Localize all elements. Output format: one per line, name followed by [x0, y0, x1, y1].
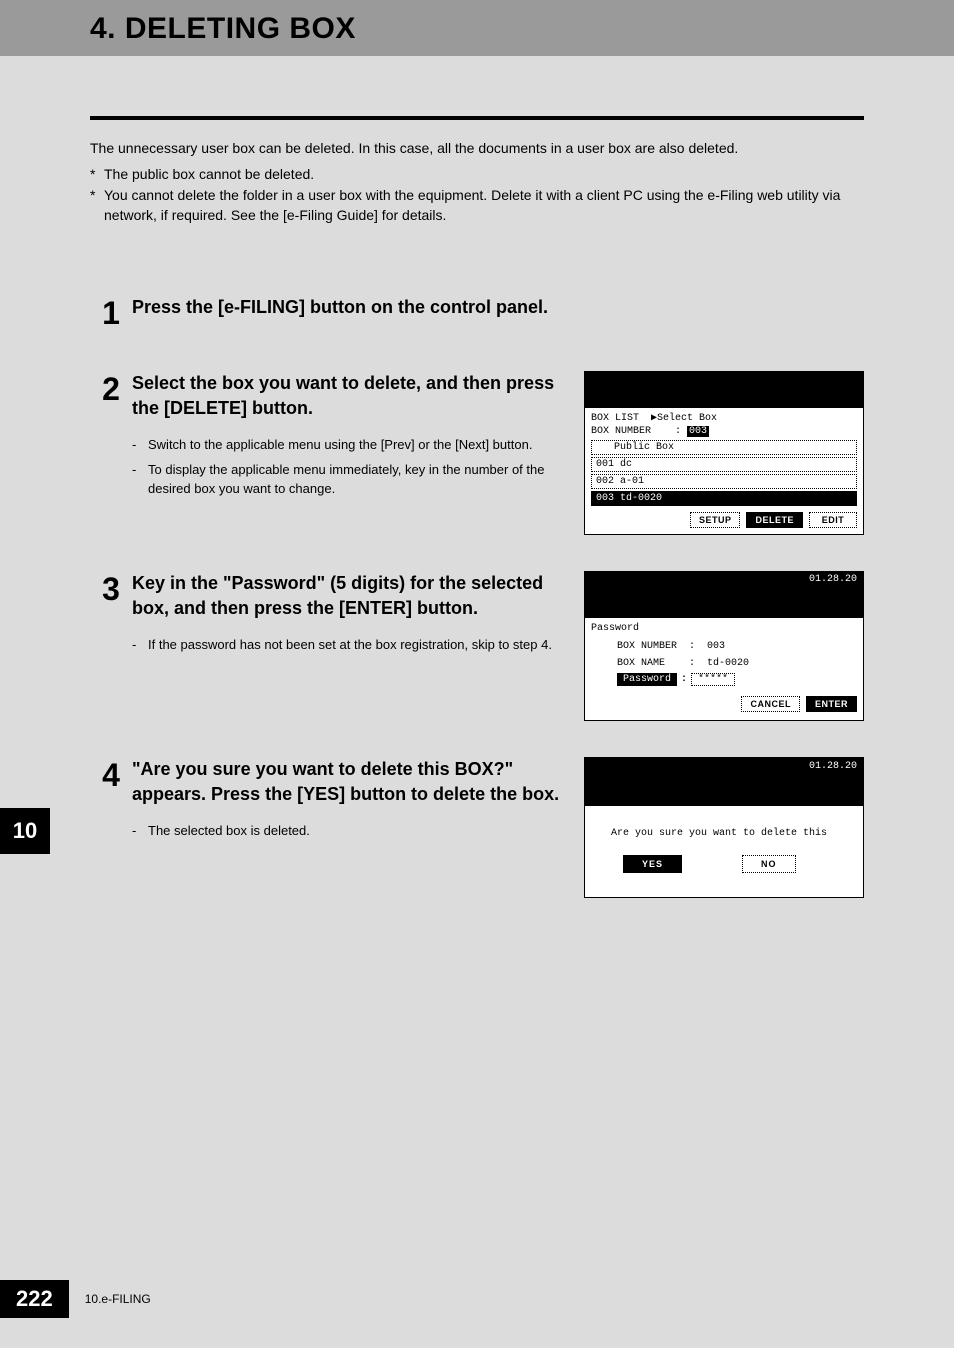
step: 4 "Are you sure you want to delete this …: [90, 757, 864, 898]
page-number: 222: [0, 1280, 69, 1318]
step-bullets: -Switch to the applicable menu using the…: [132, 436, 566, 499]
step-body: Press the [e-FILING] button on the contr…: [132, 295, 592, 335]
cancel-button[interactable]: CANCEL: [741, 696, 800, 712]
step-body: Select the box you want to delete, and t…: [132, 371, 584, 535]
steps: 1 Press the [e-FILING] button on the con…: [90, 295, 864, 898]
intro-main: The unnecessary user box can be deleted.…: [90, 138, 864, 158]
lcd-time: 01.28.20: [809, 574, 857, 585]
lcd-screen-box-list: BOX LIST ▶Select Box BOX NUMBER : 003 Pu…: [584, 371, 864, 535]
step-figure: 01.28.20 Password BOX NUMBER : 003 BOX N…: [584, 571, 864, 721]
lcd-confirm-text: Are you sure you want to delete this: [611, 828, 855, 839]
lcd-subheader: [585, 592, 863, 618]
step-number: 4: [90, 757, 132, 898]
edit-button[interactable]: EDIT: [809, 512, 857, 528]
intro-note-text: The public box cannot be deleted.: [104, 164, 314, 184]
lcd-box-number-label: BOX NUMBER :: [591, 426, 681, 437]
page-footer: 222 10.e-FILING: [0, 1280, 151, 1318]
step-bullet: Switch to the applicable menu using the …: [148, 436, 532, 455]
step-title: Press the [e-FILING] button on the contr…: [132, 295, 574, 319]
lcd-screen-password: 01.28.20 Password BOX NUMBER : 003 BOX N…: [584, 571, 864, 721]
lcd-box-number-line: BOX NUMBER : 003: [591, 425, 857, 438]
divider: [90, 116, 864, 120]
step-title: "Are you sure you want to delete this BO…: [132, 757, 566, 806]
step-bullets: -The selected box is deleted.: [132, 822, 566, 841]
step-number: 2: [90, 371, 132, 535]
step-figure: BOX LIST ▶Select Box BOX NUMBER : 003 Pu…: [584, 371, 864, 535]
lcd-breadcrumb: BOX LIST ▶Select Box: [591, 412, 857, 425]
intro-block: The unnecessary user box can be deleted.…: [90, 138, 864, 225]
lcd-list-item[interactable]: Public Box: [591, 440, 857, 455]
step: 3 Key in the "Password" (5 digits) for t…: [90, 571, 864, 721]
lcd-box-number: BOX NUMBER : 003: [617, 641, 857, 652]
dash-icon: -: [132, 436, 148, 455]
lcd-password-label: Password: [617, 673, 677, 686]
intro-note: * You cannot delete the folder in a user…: [90, 185, 864, 226]
lcd-confirm-buttons: YES NO: [593, 855, 855, 893]
lcd-heading: Password: [591, 622, 857, 635]
step-bullets: -If the password has not been set at the…: [132, 636, 566, 655]
asterisk-icon: *: [90, 185, 104, 226]
lcd-list-item-selected[interactable]: 003 td-0020: [591, 491, 857, 506]
lcd-password-input[interactable]: *****: [691, 673, 735, 686]
enter-button[interactable]: ENTER: [806, 696, 857, 712]
step: 2 Select the box you want to delete, and…: [90, 371, 864, 535]
lcd-header-bar: 01.28.20: [585, 572, 863, 592]
lcd-button-row: SETUP DELETE EDIT: [591, 512, 857, 528]
lcd-header-bar: 01.28.20: [585, 758, 863, 780]
lcd-subheader: [585, 780, 863, 806]
lcd-button-row: CANCEL ENTER: [591, 696, 857, 712]
lcd-box-name: BOX NAME : td-0020: [617, 658, 857, 669]
dash-icon: -: [132, 822, 148, 841]
dash-icon: -: [132, 636, 148, 655]
asterisk-icon: *: [90, 164, 104, 184]
lcd-box-number-value: 003: [687, 426, 709, 437]
section-title: 4. DELETING BOX: [90, 12, 934, 46]
step-bullet: The selected box is deleted.: [148, 822, 310, 841]
yes-button[interactable]: YES: [623, 855, 682, 873]
chapter-tab: 10: [0, 808, 50, 854]
step-body: "Are you sure you want to delete this BO…: [132, 757, 584, 898]
setup-button[interactable]: SETUP: [690, 512, 741, 528]
intro-note-text: You cannot delete the folder in a user b…: [104, 185, 864, 226]
step-bullet: To display the applicable menu immediate…: [148, 461, 566, 499]
step-title: Select the box you want to delete, and t…: [132, 371, 566, 420]
lcd-time: 01.28.20: [809, 761, 857, 772]
section-title-bar: 4. DELETING BOX: [0, 0, 954, 56]
step-number: 3: [90, 571, 132, 721]
lcd-header-bar: [585, 372, 863, 408]
step-body: Key in the "Password" (5 digits) for the…: [132, 571, 584, 721]
page: 4. DELETING BOX The unnecessary user box…: [0, 0, 954, 1348]
content-area: The unnecessary user box can be deleted.…: [0, 56, 954, 898]
footer-section-label: 10.e-FILING: [69, 1292, 151, 1306]
step-bullet: If the password has not been set at the …: [148, 636, 552, 655]
delete-button[interactable]: DELETE: [746, 512, 803, 528]
step-title: Key in the "Password" (5 digits) for the…: [132, 571, 566, 620]
lcd-password-row: Password : *****: [617, 673, 857, 686]
dash-icon: -: [132, 461, 148, 499]
step: 1 Press the [e-FILING] button on the con…: [90, 295, 864, 335]
step-figure: 01.28.20 Are you sure you want to delete…: [584, 757, 864, 898]
step-number: 1: [90, 295, 132, 335]
intro-note: * The public box cannot be deleted.: [90, 164, 864, 184]
lcd-screen-confirm: 01.28.20 Are you sure you want to delete…: [584, 757, 864, 898]
lcd-list-item[interactable]: 001 dc: [591, 457, 857, 472]
lcd-list-item[interactable]: 002 a-01: [591, 474, 857, 489]
no-button[interactable]: NO: [742, 855, 796, 873]
lcd-colon-icon: :: [681, 674, 687, 685]
